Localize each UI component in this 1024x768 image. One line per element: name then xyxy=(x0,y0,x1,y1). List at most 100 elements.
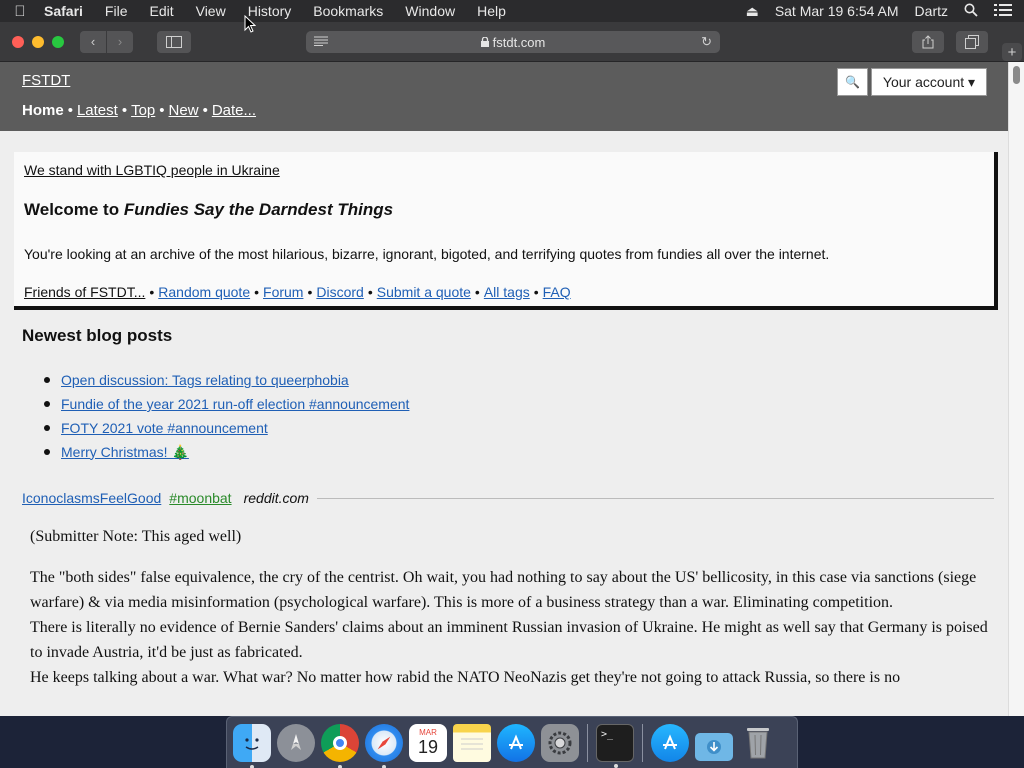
list-item: Merry Christmas! 🎄 xyxy=(44,440,409,464)
blog-post-link[interactable]: FOTY 2021 vote #announcement xyxy=(61,420,268,436)
running-indicator xyxy=(614,763,618,768)
nav-top[interactable]: Top xyxy=(131,102,155,119)
quote-tag-link[interactable]: #moonbat xyxy=(169,490,231,506)
link-separator: • xyxy=(533,284,539,300)
search-icon[interactable] xyxy=(956,3,986,20)
link-separator: • xyxy=(307,284,313,300)
welcome-links: Friends of FSTDT... • Random quote • Forum • D… xyxy=(24,284,571,300)
page-scrollbar[interactable] xyxy=(1008,62,1024,716)
welcome-heading-site-name: Fundies Say the Darndest Things xyxy=(123,200,394,219)
divider xyxy=(316,497,994,499)
menu-edit[interactable]: Edit xyxy=(138,3,184,19)
launchpad-icon[interactable] xyxy=(277,723,315,762)
quote-body: (Submitter Note: This aged well) The "bo… xyxy=(30,524,990,690)
quote-author-link[interactable]: IconoclasmsFeelGood xyxy=(22,490,161,506)
user-name[interactable]: Dartz xyxy=(907,3,956,19)
blog-post-link[interactable]: Open discussion: Tags relating to queerp… xyxy=(61,372,349,388)
zoom-window-button[interactable] xyxy=(52,35,64,48)
browser-toolbar: ‹ › fstdt.com ↻ + xyxy=(0,22,1024,62)
share-button[interactable] xyxy=(912,31,944,53)
dock-separator xyxy=(587,723,588,762)
window-controls xyxy=(12,35,64,48)
blog-post-link[interactable]: Fundie of the year 2021 run-off election… xyxy=(61,396,409,412)
address-bar[interactable]: fstdt.com ↻ xyxy=(306,31,720,53)
nav-separator: • xyxy=(121,102,128,119)
running-indicator xyxy=(338,764,342,768)
chrome-icon[interactable] xyxy=(321,723,359,768)
random-quote-link[interactable]: Random quote xyxy=(158,284,250,300)
site-title-link[interactable]: FSTDT xyxy=(22,72,70,89)
menu-view[interactable]: View xyxy=(185,3,237,19)
quote-meta: IconoclasmsFeelGood #moonbat reddit.com xyxy=(22,490,994,506)
minimize-window-button[interactable] xyxy=(32,35,44,48)
eject-icon[interactable]: ⏏ xyxy=(738,3,767,20)
link-separator: • xyxy=(474,284,480,300)
nav-date[interactable]: Date... xyxy=(212,102,256,119)
back-button[interactable]: ‹ xyxy=(80,30,106,53)
calendar-icon[interactable]: MAR 19 xyxy=(409,723,447,762)
dock-separator xyxy=(642,723,643,762)
menu-app-safari[interactable]: Safari xyxy=(40,3,94,19)
link-separator: • xyxy=(149,284,155,300)
tabs-overview-button[interactable] xyxy=(956,31,988,53)
nav-home[interactable]: Home xyxy=(22,102,64,119)
running-indicator xyxy=(382,764,386,768)
nav-new[interactable]: New xyxy=(169,102,199,119)
welcome-heading: Welcome to Fundies Say the Darndest Thin… xyxy=(24,200,393,220)
list-item: FOTY 2021 vote #announcement xyxy=(44,416,409,440)
downloads-folder-icon[interactable] xyxy=(695,732,733,761)
faq-link[interactable]: FAQ xyxy=(543,284,571,300)
share-icon xyxy=(922,35,934,49)
terminal-icon[interactable]: >_ xyxy=(596,723,634,768)
forum-link[interactable]: Forum xyxy=(263,284,303,300)
sidebar-button[interactable] xyxy=(157,30,191,53)
quote-source: reddit.com xyxy=(243,490,309,506)
menu-file[interactable]: File xyxy=(94,3,139,19)
app-store-icon[interactable] xyxy=(497,723,535,762)
menu-help[interactable]: Help xyxy=(466,3,517,19)
site-search-button[interactable]: 🔍 xyxy=(837,68,868,96)
menu-bookmarks[interactable]: Bookmarks xyxy=(302,3,394,19)
menu-window[interactable]: Window xyxy=(394,3,466,19)
your-account-button[interactable]: Your account ▾ xyxy=(871,68,987,96)
trash-icon[interactable] xyxy=(739,724,777,762)
list-item: Open discussion: Tags relating to queerp… xyxy=(44,368,409,392)
menubar-status: ⏏ Sat Mar 19 6:54 AM Dartz xyxy=(738,3,1024,20)
all-tags-link[interactable]: All tags xyxy=(484,284,530,300)
forward-button[interactable]: › xyxy=(107,30,133,53)
nav-latest[interactable]: Latest xyxy=(77,102,118,119)
ukraine-support-link[interactable]: We stand with LGBTIQ people in Ukraine xyxy=(24,162,280,178)
nav-separator: • xyxy=(202,102,208,119)
discord-link[interactable]: Discord xyxy=(316,284,363,300)
sidebar-icon xyxy=(166,35,182,48)
nav-separator: • xyxy=(67,102,73,119)
blog-post-link[interactable]: Merry Christmas! 🎄 xyxy=(61,444,189,461)
quote-paragraph: He keeps talking about a war. What war? … xyxy=(30,669,901,686)
calendar-month: MAR xyxy=(419,728,437,737)
welcome-heading-prefix: Welcome to xyxy=(24,200,124,219)
safari-icon[interactable] xyxy=(365,723,403,768)
notes-icon[interactable] xyxy=(453,723,491,762)
search-icon: 🔍 xyxy=(845,75,860,89)
navigation-buttons: ‹ › xyxy=(80,30,133,53)
system-preferences-icon[interactable] xyxy=(541,723,579,762)
reload-icon[interactable]: ↻ xyxy=(701,34,712,50)
applications-folder-icon[interactable] xyxy=(651,723,689,762)
calendar-day: 19 xyxy=(417,737,439,757)
finder-icon[interactable] xyxy=(233,723,271,768)
control-center-icon[interactable] xyxy=(986,3,1024,19)
welcome-box: We stand with LGBTIQ people in Ukraine W… xyxy=(14,152,998,310)
submit-quote-link[interactable]: Submit a quote xyxy=(377,284,471,300)
close-window-button[interactable] xyxy=(12,35,24,48)
scrollbar-thumb[interactable] xyxy=(1013,66,1020,84)
mouse-cursor xyxy=(244,14,257,38)
new-tab-button[interactable]: + xyxy=(1002,43,1022,61)
apple-icon[interactable]:  xyxy=(0,3,40,20)
friends-link[interactable]: Friends of FSTDT... xyxy=(24,284,145,300)
site-header: FSTDT Home • Latest • Top • New • Date... 🔍 Your… xyxy=(0,62,1008,131)
reader-icon[interactable] xyxy=(314,35,328,49)
lock-icon xyxy=(480,35,489,50)
blog-post-list: Open discussion: Tags relating to queerp… xyxy=(44,368,409,464)
clock[interactable]: Sat Mar 19 6:54 AM xyxy=(767,3,907,19)
submitter-note: (Submitter Note: This aged well) xyxy=(30,528,242,545)
